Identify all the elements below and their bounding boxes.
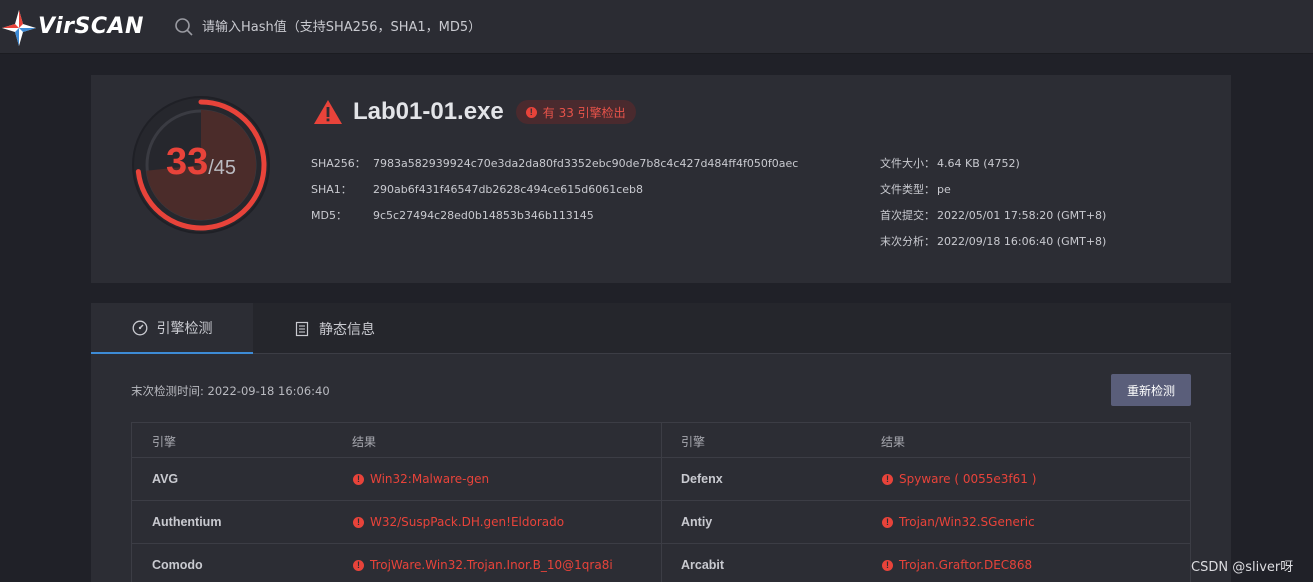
virscan-logo[interactable]: VirSCAN xyxy=(2,8,147,48)
alert-icon: ! xyxy=(353,559,364,571)
meta-value: pe xyxy=(937,183,951,196)
detection-badge: ! 有 33 引擎检出 xyxy=(515,100,636,124)
engine-name: Comodo xyxy=(152,558,203,572)
meta-file-size: 文件大小： 4.64 KB (4752) xyxy=(880,155,1020,171)
meta-label: 文件大小： xyxy=(880,157,935,170)
meta-value: 2022/09/18 16:06:40 (GMT+8) xyxy=(937,235,1107,248)
hash-value[interactable]: 290ab6f431f46547db2628c494ce615d6061ceb8 xyxy=(373,183,643,196)
detection-result: ! Trojan.Graftor.DEC868 xyxy=(882,558,1032,572)
tab-label: 静态信息 xyxy=(319,321,375,338)
hash-sha1: SHA1： 290ab6f431f46547db2628c494ce615d606… xyxy=(311,181,643,197)
detection-result: ! W32/SuspPack.DH.gen!Eldorado xyxy=(353,515,564,529)
hash-label: SHA1： xyxy=(311,183,352,196)
meta-label: 文件类型： xyxy=(880,183,935,196)
tab-bar: 引擎检测 静态信息 xyxy=(91,303,1231,354)
meta-label: 首次提交： xyxy=(880,209,935,222)
tab-engine-detection[interactable]: 引擎检测 xyxy=(91,303,253,354)
warning-icon xyxy=(314,100,342,124)
last-scan-time: 末次检测时间: 2022-09-18 16:06:40 xyxy=(131,384,330,398)
detection-result: ! TrojWare.Win32.Trojan.Inor.B_10@1qra8i xyxy=(353,558,613,572)
detected-count: 33 xyxy=(165,141,209,183)
result-text: Spyware ( 0055e3f61 ) xyxy=(899,472,1037,486)
engine-name: Antiy xyxy=(681,515,713,529)
hash-sha256: SHA256： 7983a582939924c70e3da2da80fd3352e… xyxy=(311,155,798,171)
header-engine: 引擎 xyxy=(681,435,706,449)
csdn-watermark: CSDN @sliver呀 xyxy=(1191,560,1294,575)
search-input[interactable] xyxy=(202,14,722,40)
top-bar: VirSCAN xyxy=(0,0,1313,54)
result-text: Win32:Malware-gen xyxy=(370,472,490,486)
detection-badge-text: 有 33 引擎检出 xyxy=(542,105,626,120)
detection-score: 33/45 xyxy=(131,141,271,184)
hash-search[interactable] xyxy=(172,14,722,40)
alert-icon: ! xyxy=(525,106,537,118)
engine-name: AVG xyxy=(152,472,179,486)
hash-label: MD5： xyxy=(311,209,347,222)
engine-name: Arcabit xyxy=(681,558,725,572)
table-row: Authentium ! W32/SuspPack.DH.gen!Eldorado… xyxy=(132,501,1190,544)
table-row: AVG ! Win32:Malware-gen Defenx ! Spyware (… xyxy=(132,458,1190,501)
result-text: W32/SuspPack.DH.gen!Eldorado xyxy=(370,515,565,529)
alert-icon: ! xyxy=(353,516,364,528)
file-name: Lab01-01.exe xyxy=(353,98,504,125)
alert-icon: ! xyxy=(882,559,893,571)
meta-label: 末次分析： xyxy=(880,235,935,248)
table-row: Comodo ! TrojWare.Win32.Trojan.Inor.B_10@… xyxy=(132,544,1190,582)
hash-label: SHA256： xyxy=(311,157,366,170)
result-text: TrojWare.Win32.Trojan.Inor.B_10@1qra8i xyxy=(370,558,613,572)
hash-value[interactable]: 9c5c27494c28ed0b14853b346b113145 xyxy=(373,209,594,222)
document-icon xyxy=(295,321,309,336)
meta-file-type: 文件类型： pe xyxy=(880,181,951,197)
hash-value[interactable]: 7983a582939924c70e3da2da80fd3352ebc90de7… xyxy=(373,157,798,170)
detection-result: ! Spyware ( 0055e3f61 ) xyxy=(882,472,1036,486)
detection-result: ! Trojan/Win32.SGeneric xyxy=(882,515,1035,529)
detection-panel: 引擎检测 静态信息 末次检测时间: 2022-09-18 16:06:40 重新… xyxy=(91,303,1231,582)
tab-static-info[interactable]: 静态信息 xyxy=(294,303,375,354)
scrollbar[interactable] xyxy=(1307,55,1313,582)
engine-name: Defenx xyxy=(681,472,723,486)
header-engine: 引擎 xyxy=(152,435,177,449)
file-title-row: Lab01-01.exe ! 有 33 引擎检出 xyxy=(313,95,636,129)
meta-value: 2022/05/01 17:58:20 (GMT+8) xyxy=(937,209,1107,222)
detection-result: ! Win32:Malware-gen xyxy=(353,472,489,486)
result-text: Trojan.Graftor.DEC868 xyxy=(899,558,1033,572)
alert-icon: ! xyxy=(882,473,893,485)
detection-ring: 33/45 xyxy=(131,95,271,235)
logo-text: VirSCAN xyxy=(38,14,144,39)
tab-label: 引擎检测 xyxy=(156,320,213,337)
engine-total: /45 xyxy=(208,157,237,179)
header-result: 结果 xyxy=(881,435,906,449)
scan-summary-card: 33/45 Lab01-01.exe ! 有 33 引擎检出 SHA256： 79… xyxy=(91,75,1231,283)
hash-md5: MD5： 9c5c27494c28ed0b14853b346b113145 xyxy=(311,207,594,223)
table-header: 引擎 结果 引擎 结果 xyxy=(132,423,1190,458)
header-result: 结果 xyxy=(352,435,377,449)
meta-value: 4.64 KB (4752) xyxy=(937,157,1020,170)
engine-name: Authentium xyxy=(152,515,222,529)
result-text: Trojan/Win32.SGeneric xyxy=(899,515,1035,529)
engine-results-table: 引擎 结果 引擎 结果 AVG ! Win32:Malware-gen Defen… xyxy=(131,422,1191,582)
alert-icon: ! xyxy=(882,516,893,528)
logo-icon xyxy=(2,10,36,46)
meta-first-submit: 首次提交： 2022/05/01 17:58:20 (GMT+8) xyxy=(880,207,1106,223)
search-icon xyxy=(175,18,193,36)
rescan-button[interactable]: 重新检测 xyxy=(1111,374,1191,406)
gauge-icon xyxy=(132,320,147,335)
meta-last-analysis: 末次分析： 2022/09/18 16:06:40 (GMT+8) xyxy=(880,233,1106,249)
alert-icon: ! xyxy=(353,473,364,485)
